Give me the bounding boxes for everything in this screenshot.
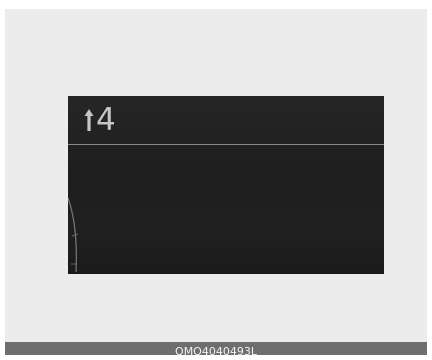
image-code: OMQ4040493L	[175, 345, 257, 358]
gear-number: 4	[96, 101, 117, 138]
cluster-display: 4	[68, 96, 384, 274]
up-arrow-icon	[84, 108, 94, 131]
image-code-bar: OMQ4040493L	[5, 342, 427, 358]
display-divider	[68, 144, 384, 145]
shift-indicator: 4	[68, 96, 384, 144]
gauge-arc	[68, 197, 79, 273]
figure-frame: 4	[5, 9, 427, 342]
